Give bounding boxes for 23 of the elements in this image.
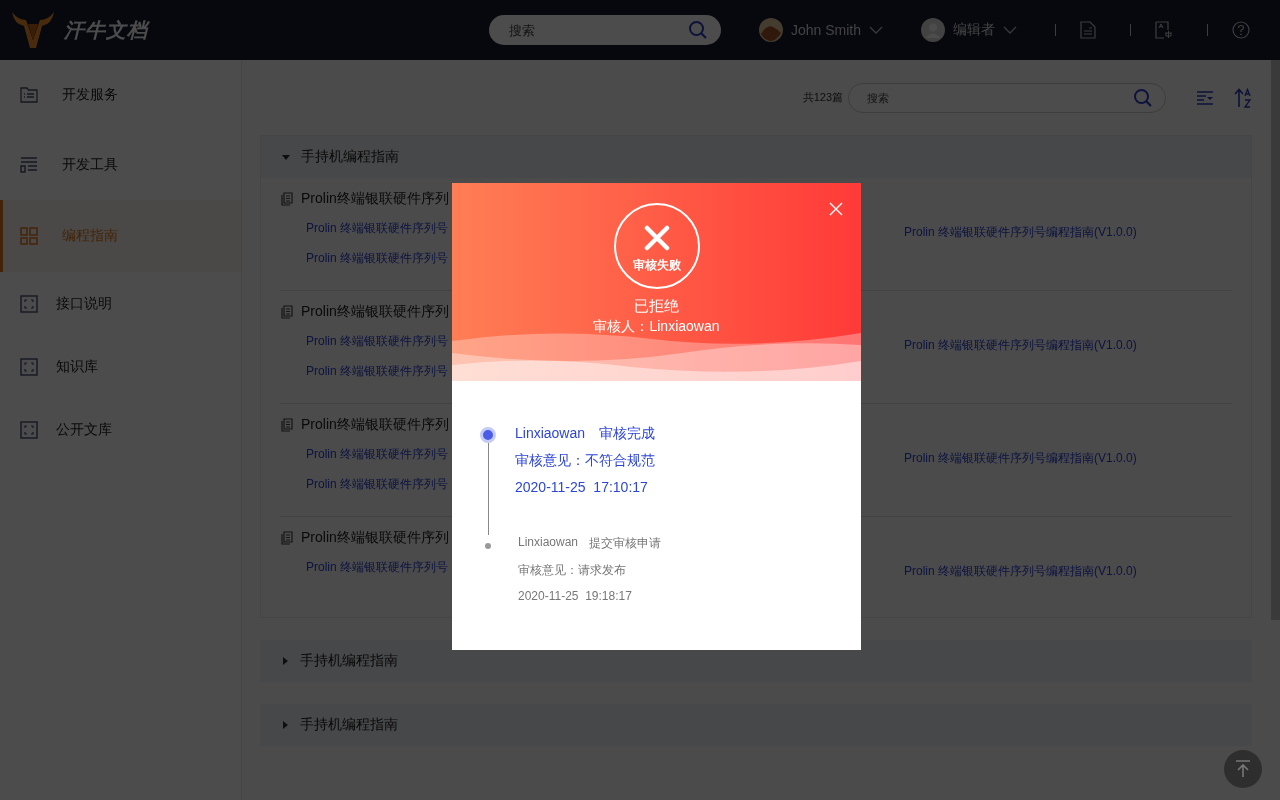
status-text: 已拒绝 <box>634 297 679 316</box>
review-action: 提交审核申请 <box>589 535 662 552</box>
document-title: Prolin终端银联硬件序列 <box>301 416 449 434</box>
reviewer-text: 审核人：Linxiaowan <box>593 318 720 336</box>
review-time: 2020-11-25 17:10:17 <box>515 479 649 495</box>
document-title: Prolin终端银联硬件序列 <box>301 190 449 208</box>
reviewer-name: Linxiaowan <box>518 535 579 551</box>
section-title: 手持机编程指南 <box>300 716 398 734</box>
cross-icon <box>643 224 670 251</box>
section-title: 手持机编程指南 <box>300 652 398 670</box>
logo-text: 汗牛文档 <box>64 17 148 43</box>
document-title: Prolin终端银联硬件序列 <box>301 529 449 547</box>
arrow-up-icon <box>1235 760 1251 778</box>
scrollbar[interactable] <box>1271 60 1280 620</box>
failed-badge: 审核失败 <box>613 203 700 289</box>
close-icon[interactable] <box>829 202 843 216</box>
review-time: 2020-11-25 19:18:17 <box>518 589 633 603</box>
review-opinion: 审核意见：请求发布 <box>518 562 627 579</box>
reviewer-name: Linxiaowan <box>515 425 586 443</box>
review-action: 审核完成 <box>599 425 656 443</box>
document-title: Prolin终端银联硬件序列 <box>301 303 449 321</box>
section-title: 手持机编程指南 <box>301 148 399 166</box>
review-opinion: 审核意见：不符合规范 <box>515 452 656 470</box>
